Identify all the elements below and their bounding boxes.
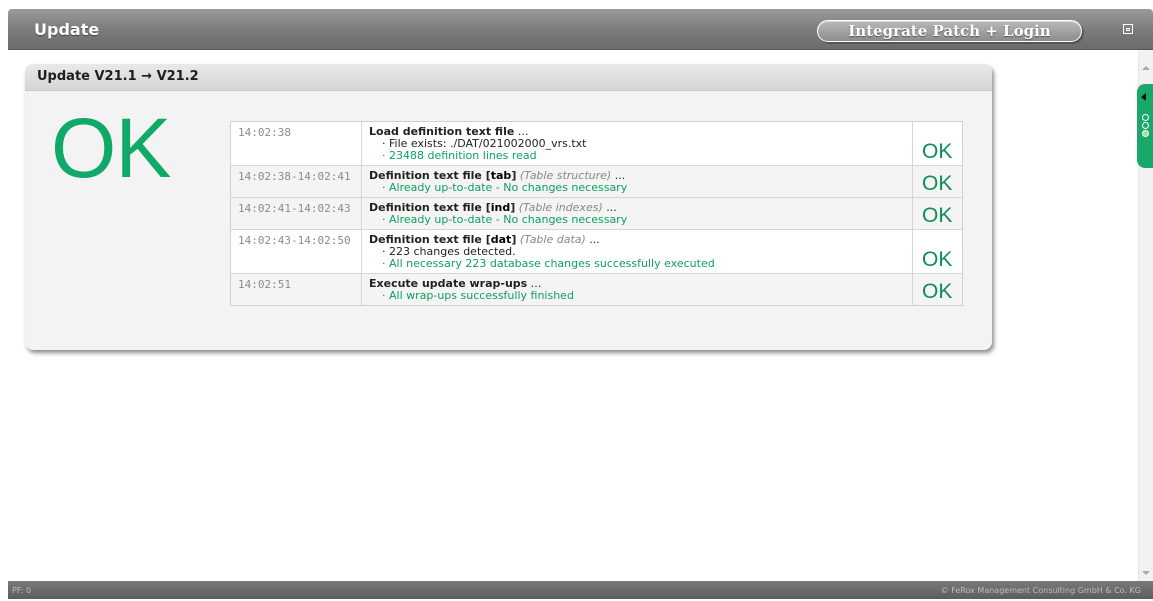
maximize-icon[interactable] [1123,24,1133,34]
step-qualifier: (Table data) [516,233,586,246]
title-bar: Update Integrate Patch + Login [8,9,1153,50]
step-row: 14:02:38 Load definition text file ... ·… [231,122,962,166]
step-row: 14:02:43-14:02:50 Definition text file [… [231,230,962,274]
overall-status: OK [51,101,171,195]
status-dot-icon [1142,130,1149,137]
scroll-up-icon[interactable] [1142,66,1150,70]
app-window: Update Integrate Patch + Login Update V2… [8,9,1153,599]
status-dot-icon [1142,114,1149,121]
status-left-text: PF: 0 [12,586,32,595]
step-time: 14:02:41-14:02:43 [231,198,362,229]
step-description: Load definition text file ... · File exi… [362,122,912,165]
step-detail-line: · 23488 definition lines read [382,149,537,162]
copyright-text: © FeRox Management Consulting GmbH & Co.… [940,586,1141,595]
step-result: OK [912,166,962,197]
panel-title: Update V21.1 → V21.2 [37,69,199,84]
step-row: 14:02:38-14:02:41 Definition text file [… [231,166,962,198]
step-description: Execute update wrap-ups ... · All wrap-u… [362,274,912,305]
main-content: Update V21.1 → V21.2 OK 14:02:38 Load de… [8,50,1138,581]
step-result: OK [912,274,962,305]
step-time: 14:02:38-14:02:41 [231,166,362,197]
panel-header: Update V21.1 → V21.2 [25,64,992,91]
update-panel: Update V21.1 → V21.2 OK 14:02:38 Load de… [25,64,992,350]
step-status: OK [922,280,953,303]
step-result: OK [912,230,962,273]
step-status: OK [922,172,953,195]
step-detail-line: · All wrap-ups successfully finished [382,289,574,302]
step-status: OK [922,140,953,163]
step-ellipsis: ... [585,233,600,246]
step-description: Definition text file [dat] (Table data) … [362,230,912,273]
step-table: 14:02:38 Load definition text file ... ·… [230,121,963,306]
step-result: OK [912,198,962,229]
step-status: OK [922,248,953,271]
step-detail-line: · Already up-to-date - No changes necess… [382,213,628,226]
step-status: OK [922,204,953,227]
step-time: 14:02:43-14:02:50 [231,230,362,273]
step-result: OK [912,122,962,165]
step-time: 14:02:38 [231,122,362,165]
step-detail-line: · Already up-to-date - No changes necess… [382,181,628,194]
scroll-down-icon[interactable] [1142,571,1150,575]
page-title: Update [34,20,100,39]
step-detail-line: · All necessary 223 database changes suc… [382,257,715,270]
collapse-arrow-icon [1141,93,1146,101]
side-panel-toggle[interactable] [1137,84,1153,168]
step-row: 14:02:41-14:02:43 Definition text file [… [231,198,962,230]
integrate-patch-login-button[interactable]: Integrate Patch + Login [817,20,1082,42]
step-description: Definition text file [tab] (Table struct… [362,166,912,197]
status-bar: PF: 0 © FeRox Management Consulting GmbH… [8,581,1153,599]
step-description: Definition text file [ind] (Table indexe… [362,198,912,229]
status-dot-icon [1142,122,1149,129]
step-row: 14:02:51 Execute update wrap-ups ... · A… [231,274,962,305]
step-time: 14:02:51 [231,274,362,305]
